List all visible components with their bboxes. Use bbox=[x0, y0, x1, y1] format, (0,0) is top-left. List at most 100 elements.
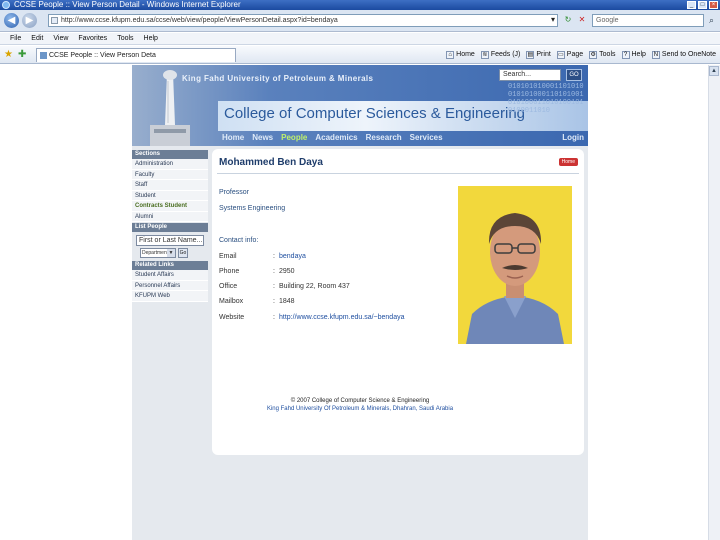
home-command-label: Home bbox=[456, 51, 475, 58]
close-window-button[interactable]: × bbox=[709, 1, 718, 9]
footer-copyright: © 2007 College of Computer Science & Eng… bbox=[290, 398, 430, 404]
main-nav: Home News People Academics Research Serv… bbox=[222, 131, 588, 146]
menu-help[interactable]: Help bbox=[144, 33, 158, 44]
person-name: Mohammed Ben Daya bbox=[219, 157, 323, 168]
onenote-command-label: Send to OneNote bbox=[661, 51, 716, 58]
print-command[interactable]: ▤ Print bbox=[526, 48, 551, 61]
website-link[interactable]: http://www.ccse.kfupm.edu.sa/~bendaya bbox=[279, 314, 405, 321]
address-bar: ◀ ▶ http://www.ccse.kfupm.edu.sa/ccse/we… bbox=[0, 10, 720, 32]
login-link[interactable]: Login bbox=[562, 131, 584, 145]
nav-home[interactable]: Home bbox=[222, 131, 244, 146]
tab-ccse-people[interactable]: CCSE People :: View Person Deta bbox=[36, 48, 236, 62]
contact-label: Office bbox=[219, 283, 238, 290]
url-input[interactable]: http://www.ccse.kfupm.edu.sa/ccse/web/vi… bbox=[48, 14, 558, 27]
university-name: King Fahd University of Petroleum & Mine… bbox=[182, 74, 374, 83]
forward-button[interactable]: ▶ bbox=[22, 13, 37, 28]
scroll-up-icon[interactable]: ▲ bbox=[709, 66, 719, 76]
related-link-kfupm-web[interactable]: KFUPM Web bbox=[132, 291, 208, 302]
contact-row-office: Office : Building 22, Room 437 bbox=[219, 283, 350, 290]
maximize-button[interactable]: □ bbox=[698, 1, 707, 9]
vertical-scrollbar[interactable] bbox=[708, 65, 720, 540]
minimize-button[interactable]: _ bbox=[687, 1, 696, 9]
sidebar-item-student[interactable]: Student bbox=[132, 190, 208, 201]
person-department: Systems Engineering bbox=[219, 205, 286, 212]
window-controls: _ □ × bbox=[687, 0, 718, 9]
divider bbox=[217, 173, 579, 174]
sidebar-item-staff[interactable]: Staff bbox=[132, 180, 208, 191]
search-icon[interactable]: ⌕ bbox=[706, 15, 717, 26]
favorites-star-icon[interactable]: ★ bbox=[4, 49, 13, 61]
chevron-down-icon: ▼ bbox=[167, 249, 175, 257]
tools-command[interactable]: ⚙ Tools bbox=[589, 48, 616, 61]
print-icon: ▤ bbox=[526, 50, 535, 59]
department-filter: Department ▼ Go bbox=[140, 248, 208, 258]
search-input[interactable]: Google bbox=[592, 14, 704, 27]
department-select[interactable]: Department ▼ bbox=[140, 248, 176, 258]
department-select-value: Department bbox=[142, 250, 169, 256]
url-text: http://www.ccse.kfupm.edu.sa/ccse/web/vi… bbox=[61, 17, 338, 24]
home-button[interactable]: Home bbox=[558, 158, 578, 166]
portrait-image bbox=[458, 186, 572, 344]
menu-favorites[interactable]: Favorites bbox=[78, 33, 107, 44]
nav-services[interactable]: Services bbox=[410, 131, 443, 146]
page-command[interactable]: ▭ Page bbox=[556, 48, 583, 61]
help-command[interactable]: ? Help bbox=[621, 48, 646, 61]
footer-address-link[interactable]: King Fahd University Of Petroleum & Mine… bbox=[132, 406, 588, 412]
office-value: Building 22, Room 437 bbox=[279, 283, 350, 290]
contact-heading: Contact info: bbox=[219, 237, 259, 244]
binary-decoration: 0101010100011010100101010001101010010101… bbox=[508, 83, 584, 115]
menu-tools[interactable]: Tools bbox=[117, 33, 133, 44]
page-menu-icon: ▭ bbox=[556, 50, 565, 59]
tab-title: CCSE People :: View Person Deta bbox=[49, 52, 156, 59]
refresh-icon[interactable]: ↻ bbox=[563, 15, 573, 25]
menu-file[interactable]: File bbox=[10, 33, 21, 44]
related-link-personnel-affairs[interactable]: Personnel Affairs bbox=[132, 280, 208, 291]
feeds-command[interactable]: ≋ Feeds (J) bbox=[480, 48, 520, 61]
related-links-heading: Related Links bbox=[132, 261, 208, 270]
nav-people[interactable]: People bbox=[281, 131, 307, 146]
tab-bar: ★ ✚ CCSE People :: View Person Deta ⌂ Hom… bbox=[0, 46, 720, 64]
contact-row-phone: Phone : 2950 bbox=[219, 268, 295, 275]
web-page: King Fahd University of Petroleum & Mine… bbox=[132, 65, 588, 540]
onenote-command[interactable]: N Send to OneNote bbox=[651, 48, 716, 61]
people-name-input[interactable]: First or Last Name... bbox=[136, 235, 204, 246]
ie-icon bbox=[2, 1, 10, 9]
contact-label: Phone bbox=[219, 268, 240, 275]
url-dropdown-icon[interactable]: ▾ bbox=[548, 15, 558, 25]
site-banner: King Fahd University of Petroleum & Mine… bbox=[132, 65, 588, 146]
add-favorite-icon[interactable]: ✚ bbox=[18, 49, 26, 61]
go-button[interactable]: Go bbox=[178, 248, 188, 258]
menu-view[interactable]: View bbox=[53, 33, 68, 44]
contact-row-website: Website : http://www.ccse.kfupm.edu.sa/~… bbox=[219, 314, 405, 321]
back-button[interactable]: ◀ bbox=[4, 13, 19, 28]
stop-icon[interactable]: ✕ bbox=[577, 15, 587, 25]
nav-research[interactable]: Research bbox=[366, 131, 402, 146]
site-search-button[interactable]: GO bbox=[566, 69, 582, 81]
sidebar-item-contracts-student[interactable]: Contracts Student bbox=[132, 201, 208, 212]
tools-icon: ⚙ bbox=[589, 50, 598, 59]
feeds-icon: ≋ bbox=[480, 50, 489, 59]
home-icon: ⌂ bbox=[446, 50, 455, 59]
college-name: College of Computer Sciences & Engineeri… bbox=[224, 105, 526, 122]
contact-label: Website bbox=[219, 314, 245, 321]
menu-bar: File Edit View Favorites Tools Help bbox=[0, 33, 720, 45]
tab-page-icon bbox=[40, 52, 47, 59]
email-link[interactable]: bendaya bbox=[279, 253, 306, 260]
sections-heading: Sections bbox=[132, 150, 208, 159]
tools-command-label: Tools bbox=[599, 51, 616, 58]
sidebar-item-faculty[interactable]: Faculty bbox=[132, 169, 208, 180]
related-link-student-affairs[interactable]: Student Affairs bbox=[132, 270, 208, 281]
sidebar-item-administration[interactable]: Administration bbox=[132, 159, 208, 170]
contact-label: Mailbox bbox=[219, 298, 244, 305]
nav-academics[interactable]: Academics bbox=[315, 131, 357, 146]
person-title: Professor bbox=[219, 189, 249, 196]
menu-edit[interactable]: Edit bbox=[31, 33, 43, 44]
home-command[interactable]: ⌂ Home bbox=[446, 48, 475, 61]
page-icon bbox=[51, 17, 58, 24]
sidebar-item-alumni[interactable]: Alumni bbox=[132, 211, 208, 222]
site-search-input[interactable]: Search... bbox=[499, 69, 561, 81]
nav-news[interactable]: News bbox=[252, 131, 273, 146]
print-command-label: Print bbox=[536, 51, 551, 58]
mailbox-value: 1848 bbox=[279, 298, 295, 305]
window-title-bar: CCSE People :: View Person Detail - Wind… bbox=[0, 0, 720, 10]
